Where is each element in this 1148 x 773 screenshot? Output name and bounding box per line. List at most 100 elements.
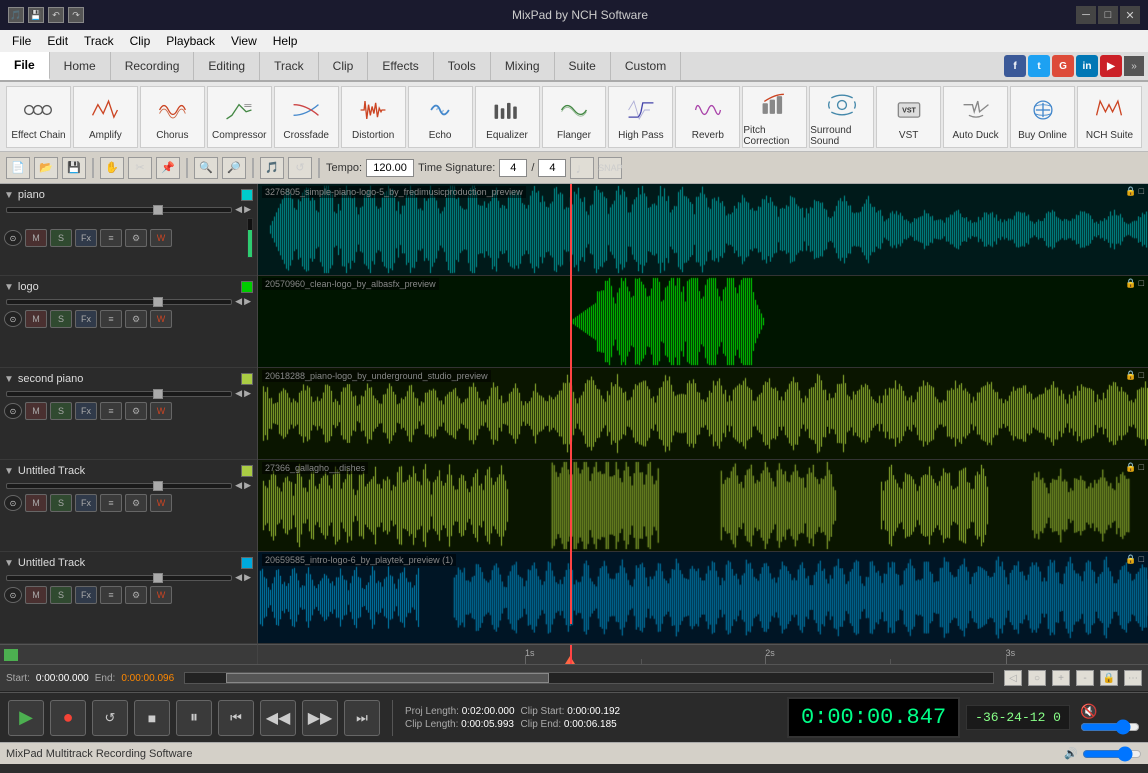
- scroll-fit-btn[interactable]: ○: [1028, 670, 1046, 686]
- stop-button[interactable]: ■: [134, 700, 170, 736]
- waveform-piano[interactable]: 3276805_simple-piano-logo-5_by_fredimusi…: [258, 184, 1148, 276]
- time-sig-num[interactable]: [499, 159, 527, 177]
- track-piano-extra1[interactable]: ≡: [100, 229, 122, 247]
- tab-suite[interactable]: Suite: [555, 52, 611, 80]
- track-logo-mute[interactable]: M: [25, 310, 47, 328]
- fader-thumb-untitled-2[interactable]: [153, 573, 163, 583]
- timeline-ruler[interactable]: 1s 2s 3s: [258, 644, 1148, 664]
- collapse-piano[interactable]: ▼: [4, 190, 14, 201]
- loop-button[interactable]: ↺: [92, 700, 128, 736]
- loop-btn[interactable]: ↺: [288, 157, 312, 179]
- skip-start-button[interactable]: ⏮: [218, 700, 254, 736]
- echo-button[interactable]: Echo: [408, 86, 473, 148]
- flanger-button[interactable]: Flanger: [542, 86, 607, 148]
- mute-icon[interactable]: 🔇: [1080, 703, 1140, 720]
- tool1[interactable]: ✋: [100, 157, 124, 179]
- track-logo-solo[interactable]: S: [50, 310, 72, 328]
- linkedin-icon[interactable]: in: [1076, 55, 1098, 77]
- distortion-button[interactable]: Distortion: [341, 86, 406, 148]
- track-logo-extra2[interactable]: ⚙: [125, 310, 147, 328]
- reverb-button[interactable]: Reverb: [675, 86, 740, 148]
- scroll-zoom-in-btn[interactable]: +: [1052, 670, 1070, 686]
- tool2[interactable]: ✂: [128, 157, 152, 179]
- track-second-piano-solo[interactable]: S: [50, 402, 72, 420]
- zoom-in[interactable]: 🔍: [194, 157, 218, 179]
- track-untitled-1-record-arm[interactable]: ⊙: [4, 495, 22, 511]
- save-icon[interactable]: 💾: [28, 7, 44, 23]
- track-piano-solo[interactable]: S: [50, 229, 72, 247]
- fader-thumb-untitled-1[interactable]: [153, 481, 163, 491]
- track-piano-extra2[interactable]: ⚙: [125, 229, 147, 247]
- tab-file[interactable]: File: [0, 52, 50, 80]
- master-volume-slider[interactable]: [1080, 722, 1140, 732]
- tab-recording[interactable]: Recording: [111, 52, 195, 80]
- google-icon[interactable]: G: [1052, 55, 1074, 77]
- track-logo-fader[interactable]: [6, 299, 232, 305]
- vol-down-logo[interactable]: ◀: [235, 296, 242, 307]
- track-second-piano-fader[interactable]: [6, 391, 232, 397]
- fast-forward-button[interactable]: ▶▶: [302, 700, 338, 736]
- track-untitled-1-solo[interactable]: S: [50, 494, 72, 512]
- surround-sound-button[interactable]: Surround Sound: [809, 86, 874, 148]
- track-second-piano-fx[interactable]: Fx: [75, 402, 97, 420]
- track-untitled-2-solo[interactable]: S: [50, 586, 72, 604]
- scroll-lock-btn[interactable]: 🔒: [1100, 670, 1118, 686]
- track-piano-fx[interactable]: Fx: [75, 229, 97, 247]
- menu-playback[interactable]: Playback: [158, 32, 223, 50]
- vol-down-second-piano[interactable]: ◀: [235, 388, 242, 399]
- rewind-button[interactable]: ◀◀: [260, 700, 296, 736]
- time-sig-den[interactable]: [538, 159, 566, 177]
- track-piano-fader[interactable]: [6, 207, 232, 213]
- track-untitled-1-fader[interactable]: [6, 483, 232, 489]
- tab-track[interactable]: Track: [260, 52, 319, 80]
- track-logo-record-arm[interactable]: ⊙: [4, 311, 22, 327]
- tool3[interactable]: 📌: [156, 157, 180, 179]
- twitter-icon[interactable]: t: [1028, 55, 1050, 77]
- nch-suite-button[interactable]: NCH Suite: [1077, 86, 1142, 148]
- track-untitled-2-extra3[interactable]: W: [150, 586, 172, 604]
- redo-icon[interactable]: ↷: [68, 7, 84, 23]
- vol-up-untitled-2[interactable]: ▶: [244, 572, 251, 583]
- tab-effects[interactable]: Effects: [368, 52, 433, 80]
- open-button[interactable]: 📂: [34, 157, 58, 179]
- tab-tools[interactable]: Tools: [434, 52, 491, 80]
- track-untitled-2-fader[interactable]: [6, 575, 232, 581]
- tempo-input[interactable]: [366, 159, 414, 177]
- collapse-untitled-2[interactable]: ▼: [4, 558, 14, 569]
- equalizer-button[interactable]: Equalizer: [475, 86, 540, 148]
- track-second-piano-extra1[interactable]: ≡: [100, 402, 122, 420]
- menu-clip[interactable]: Clip: [122, 32, 159, 50]
- more-social[interactable]: »: [1124, 56, 1144, 76]
- vol-up-piano[interactable]: ▶: [244, 204, 251, 215]
- collapse-untitled-1[interactable]: ▼: [4, 466, 14, 477]
- close-button[interactable]: ✕: [1120, 6, 1140, 24]
- fader-thumb-second-piano[interactable]: [153, 389, 163, 399]
- vol-down-piano[interactable]: ◀: [235, 204, 242, 215]
- track-logo-extra1[interactable]: ≡: [100, 310, 122, 328]
- track-logo-fx[interactable]: Fx: [75, 310, 97, 328]
- play-button[interactable]: ▶: [8, 700, 44, 736]
- track-second-piano-extra2[interactable]: ⚙: [125, 402, 147, 420]
- undo-icon[interactable]: ↶: [48, 7, 64, 23]
- collapse-second-piano[interactable]: ▼: [4, 374, 14, 385]
- metronome[interactable]: 🎵: [260, 157, 284, 179]
- track-second-piano-mute[interactable]: M: [25, 402, 47, 420]
- youtube-icon[interactable]: ▶: [1100, 55, 1122, 77]
- amplify-button[interactable]: Amplify: [73, 86, 138, 148]
- menu-view[interactable]: View: [223, 32, 265, 50]
- tab-mixing[interactable]: Mixing: [491, 52, 555, 80]
- track-untitled-2-fx[interactable]: Fx: [75, 586, 97, 604]
- waveform-intro[interactable]: 20659585_intro-logo-6_by_playtek_preview…: [258, 552, 1148, 644]
- minimize-button[interactable]: ─: [1076, 6, 1096, 24]
- tab-home[interactable]: Home: [50, 52, 111, 80]
- scroll-zoom-btn[interactable]: ◁: [1004, 670, 1022, 686]
- track-piano-mute[interactable]: M: [25, 229, 47, 247]
- vol-up-logo[interactable]: ▶: [244, 296, 251, 307]
- record-button[interactable]: ●: [50, 700, 86, 736]
- track-piano-record-arm[interactable]: ⊙: [4, 230, 22, 246]
- track-untitled-2-record-arm[interactable]: ⊙: [4, 587, 22, 603]
- tab-editing[interactable]: Editing: [194, 52, 260, 80]
- track-second-piano-extra3[interactable]: W: [150, 402, 172, 420]
- save-button[interactable]: 💾: [62, 157, 86, 179]
- menu-help[interactable]: Help: [265, 32, 306, 50]
